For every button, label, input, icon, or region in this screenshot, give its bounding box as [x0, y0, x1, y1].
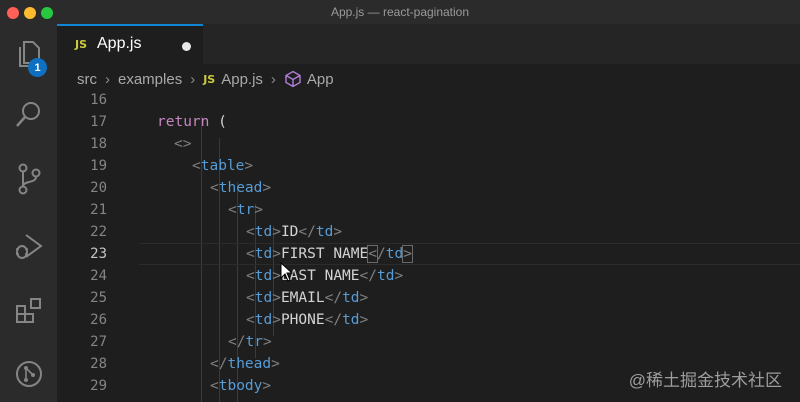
code-line: 19 <table>	[57, 155, 800, 177]
code-text: <td>PHONE</td>	[246, 312, 369, 328]
run-debug-button[interactable]	[0, 221, 57, 271]
code-text: <td>EMAIL</td>	[246, 290, 369, 306]
code-text: </thead>	[210, 356, 280, 372]
explorer-button[interactable]: 1	[0, 29, 57, 79]
breadcrumb-item-file[interactable]: App.js	[221, 71, 263, 88]
code-line: 20 <thead>	[57, 177, 800, 199]
line-number: 24	[90, 268, 107, 284]
remote-explorer-button[interactable]	[0, 349, 57, 399]
code-line: 26 <td>PHONE</td>	[57, 309, 800, 331]
code-text: <tr>	[228, 202, 263, 218]
code-text: <thead>	[210, 180, 272, 196]
line-number: 17	[90, 114, 107, 130]
code-line-active: 23 <td>FIRST NAME</td>	[57, 243, 800, 265]
current-line-highlight	[139, 243, 800, 265]
code-text: <table>	[192, 158, 254, 174]
remote-icon	[15, 361, 42, 387]
extensions-icon	[15, 298, 41, 323]
line-number: 23	[90, 246, 107, 262]
watermark: @稀土掘金技术社区	[628, 371, 782, 390]
run-debug-icon	[15, 234, 43, 259]
text-cursor-icon	[280, 262, 294, 282]
code-line: 18 <>	[57, 133, 800, 155]
breadcrumb-item-symbol[interactable]: App	[307, 71, 334, 88]
explorer-badge: 1	[28, 58, 47, 77]
code-line: 25 <td>EMAIL</td>	[57, 287, 800, 309]
line-number: 22	[90, 224, 107, 240]
code-line: 16	[57, 89, 800, 111]
code-text: <td>FIRST NAME</td>	[246, 245, 413, 263]
title-bar: App.js — react-pagination	[0, 0, 800, 25]
window-title: App.js — react-pagination	[330, 5, 470, 19]
line-number: 25	[90, 290, 107, 306]
source-control-button[interactable]	[0, 154, 57, 204]
source-control-icon	[18, 163, 40, 195]
line-number: 26	[90, 312, 107, 328]
line-number: 28	[90, 356, 107, 372]
js-file-icon: JS	[75, 38, 88, 51]
tab-app-js[interactable]: JS App.js	[57, 24, 203, 64]
code-text: <td>ID</td>	[246, 224, 343, 240]
chevron-right-icon: ›	[190, 70, 196, 88]
js-file-icon: JS	[203, 72, 216, 86]
code-text: <tbody>	[210, 378, 272, 394]
line-number: 19	[90, 158, 107, 174]
breadcrumb-item-src[interactable]: src	[77, 71, 97, 88]
line-number: 21	[90, 202, 107, 218]
line-number: 18	[90, 136, 107, 152]
code-line: 24 <td>LAST NAME</td>	[57, 265, 800, 287]
code-line: 22 <td>ID</td>	[57, 221, 800, 243]
code-line: 21 <tr>	[57, 199, 800, 221]
code-text: <td>LAST NAME</td>	[246, 268, 404, 284]
chevron-right-icon: ›	[105, 70, 110, 88]
line-number: 29	[90, 378, 107, 394]
line-number: 16	[90, 92, 107, 108]
component-cube-icon	[285, 70, 301, 88]
unsaved-dot-icon[interactable]	[182, 42, 191, 51]
extensions-button[interactable]	[0, 286, 57, 336]
chevron-right-icon: ›	[270, 70, 276, 88]
line-number: 20	[90, 180, 107, 196]
code-editor[interactable]: 16 17 return ( 18 <> 19 <table> 20 <thea…	[57, 92, 800, 402]
search-icon	[15, 102, 40, 127]
code-line: 17 return (	[57, 111, 800, 133]
code-line: 27 </tr>	[57, 331, 800, 353]
tab-bar: JS App.js	[57, 24, 800, 64]
activity-bar: 1	[0, 24, 57, 402]
code-text: </tr>	[228, 334, 272, 350]
line-number: 27	[90, 334, 107, 350]
code-text: return (	[157, 114, 227, 130]
tab-label: App.js	[97, 35, 142, 52]
search-button[interactable]	[0, 89, 57, 139]
code-text: <>	[174, 136, 192, 152]
breadcrumb-item-examples[interactable]: examples	[118, 71, 182, 88]
